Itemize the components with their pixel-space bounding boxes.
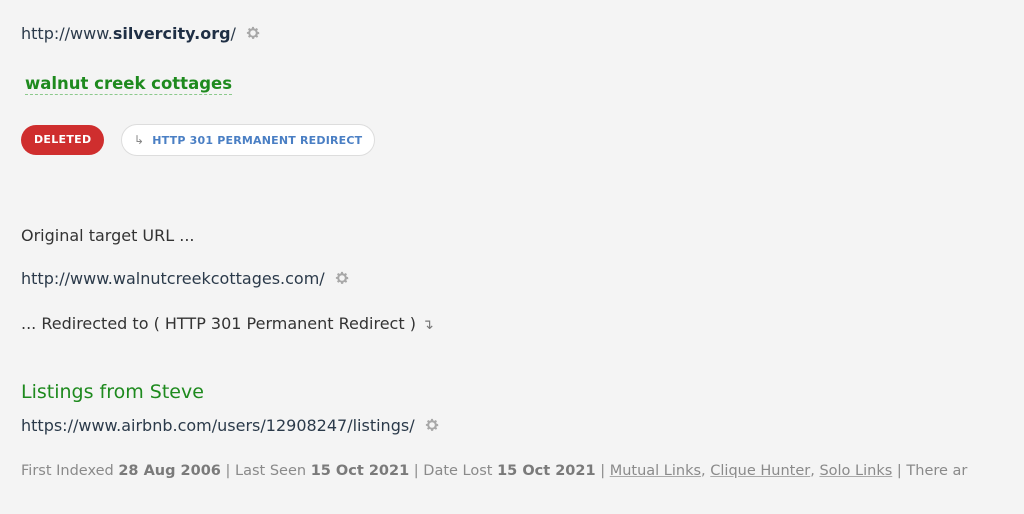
separator: | bbox=[413, 463, 419, 479]
redirected-to-label: ... Redirected to ( HTTP 301 Permanent R… bbox=[21, 314, 434, 333]
first-indexed-label: First Indexed bbox=[21, 463, 114, 479]
comma: , bbox=[701, 463, 706, 479]
gear-icon[interactable] bbox=[245, 25, 261, 41]
last-seen-label: Last Seen bbox=[235, 463, 307, 479]
separator: | bbox=[600, 463, 606, 479]
meta-info-line: First Indexed 28 Aug 2006 | Last Seen 15… bbox=[21, 463, 967, 479]
status-badge-deleted: DELETED bbox=[21, 125, 105, 155]
gear-icon[interactable] bbox=[424, 417, 440, 433]
anchor-text-link[interactable]: walnut creek cottages bbox=[25, 74, 233, 95]
source-url-prefix: http://www. bbox=[21, 24, 113, 43]
source-url-domain: silvercity.org bbox=[112, 24, 231, 43]
mutual-links-link[interactable]: Mutual Links bbox=[610, 463, 701, 479]
source-url-suffix: / bbox=[230, 24, 236, 43]
target-url-text: https://www.airbnb.com/users/12908247/li… bbox=[21, 416, 415, 435]
target-url[interactable]: https://www.airbnb.com/users/12908247/li… bbox=[21, 416, 440, 435]
target-page-title[interactable]: Listings from Steve bbox=[21, 381, 204, 403]
date-lost-label: Date Lost bbox=[423, 463, 493, 479]
redirected-to-text: ... Redirected to ( HTTP 301 Permanent R… bbox=[21, 314, 416, 333]
clique-hunter-link[interactable]: Clique Hunter bbox=[710, 463, 810, 479]
gear-icon[interactable] bbox=[334, 270, 350, 286]
original-target-label: Original target URL ... bbox=[21, 226, 195, 245]
source-url[interactable]: http://www.silvercity.org/ bbox=[21, 24, 261, 43]
original-url-text: http://www.walnutcreekcottages.com/ bbox=[21, 269, 325, 288]
trailing-text: There ar bbox=[906, 463, 968, 479]
comma: , bbox=[810, 463, 815, 479]
redirect-badge: ↳ HTTP 301 PERMANENT REDIRECT bbox=[121, 124, 376, 156]
redirect-arrow-icon: ↳ bbox=[134, 133, 145, 147]
separator: | bbox=[896, 463, 902, 479]
date-lost-date: 15 Oct 2021 bbox=[497, 463, 596, 479]
last-seen-date: 15 Oct 2021 bbox=[310, 463, 410, 479]
separator: | bbox=[225, 463, 231, 479]
solo-links-link[interactable]: Solo Links bbox=[819, 463, 892, 479]
first-indexed-date: 28 Aug 2006 bbox=[118, 463, 221, 479]
original-target-url[interactable]: http://www.walnutcreekcottages.com/ bbox=[21, 269, 350, 288]
redirect-down-arrow-icon: ↴ bbox=[421, 317, 434, 333]
redirect-badge-label: HTTP 301 PERMANENT REDIRECT bbox=[152, 134, 363, 147]
